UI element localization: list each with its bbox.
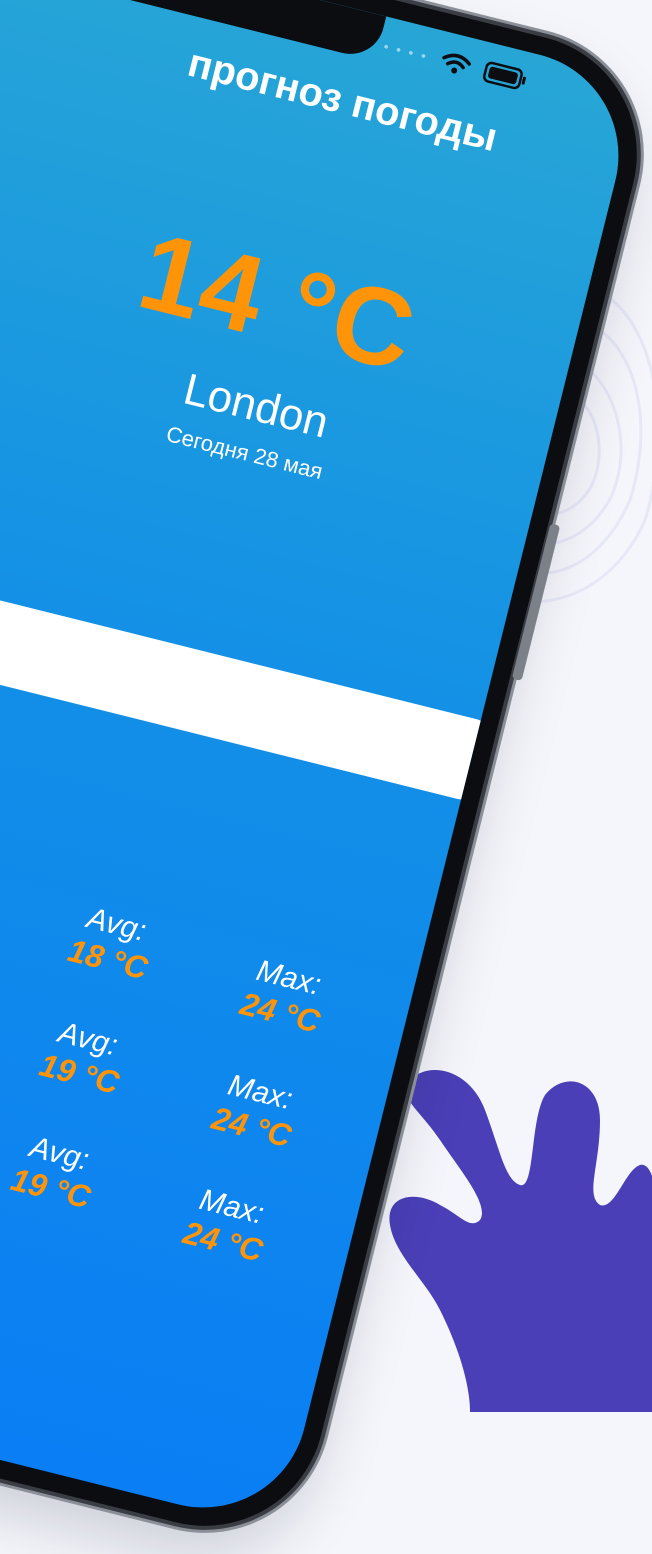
- signal-dots-icon: • • • •: [381, 37, 430, 65]
- blob-decoration: [389, 1070, 652, 1412]
- city-search-input[interactable]: [0, 554, 495, 804]
- wifi-icon: [439, 49, 473, 78]
- max-temperature: Max: 24 °C: [208, 945, 361, 1048]
- status-bar: • • • •: [381, 35, 529, 92]
- forecast-list: Avg: 18 °C Max: 24 °C Avg: 19 °C Max: 24…: [0, 843, 363, 1312]
- avg-temperature: Avg: 18 °C: [35, 892, 188, 995]
- battery-icon: [481, 60, 529, 92]
